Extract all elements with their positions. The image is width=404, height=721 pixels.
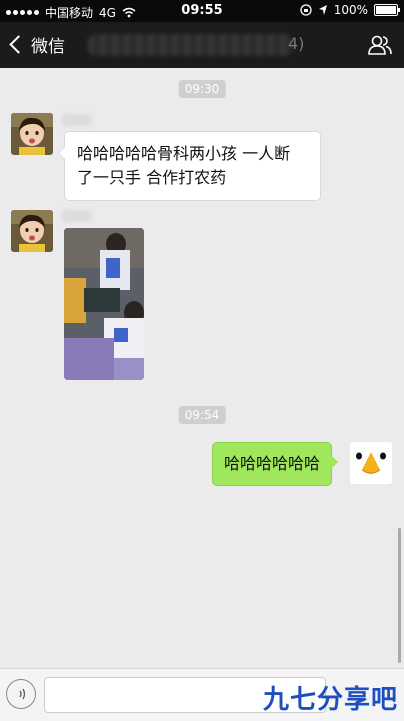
status-right: 100% bbox=[300, 3, 400, 17]
message-text-line: 哈哈哈哈哈骨科两小孩 一人断 bbox=[77, 144, 291, 163]
self-avatar[interactable] bbox=[350, 442, 392, 484]
avatar[interactable] bbox=[11, 210, 53, 252]
chat-title-blurred bbox=[88, 34, 293, 56]
nav-bar: 微信 4) bbox=[0, 22, 404, 68]
image-message[interactable] bbox=[64, 228, 144, 380]
message-text-line: 了一只手 合作打农药 bbox=[77, 168, 227, 187]
lock-rotation-icon bbox=[300, 4, 312, 16]
message-bubble-self[interactable]: 哈哈哈哈哈哈 bbox=[212, 442, 339, 486]
back-label: 微信 bbox=[31, 37, 65, 57]
sender-name-blurred bbox=[62, 114, 92, 126]
contacts-icon[interactable] bbox=[368, 34, 392, 56]
location-icon bbox=[318, 5, 327, 15]
back-chevron-icon bbox=[9, 35, 28, 54]
timestamp: 09:54 bbox=[178, 406, 226, 424]
back-button[interactable]: 微信 bbox=[6, 32, 65, 57]
battery-icon bbox=[374, 4, 400, 16]
status-bar: 中国移动 4G 09:55 100% bbox=[0, 0, 404, 22]
voice-button[interactable] bbox=[6, 679, 36, 709]
battery-percent: 100% bbox=[333, 3, 368, 17]
input-bar: 九七分享吧 bbox=[0, 668, 404, 721]
chat-member-count: 4) bbox=[288, 34, 305, 53]
message-bubble[interactable]: 哈哈哈哈哈骨科两小孩 一人断 了一只手 合作打农药 bbox=[58, 131, 321, 201]
message-text: 哈哈哈哈哈哈 bbox=[224, 454, 321, 473]
chat-area[interactable]: 09:30 哈哈哈哈哈骨科两小孩 一人断 了一只手 合作打农药 09:54 哈哈… bbox=[0, 68, 404, 668]
timestamp: 09:30 bbox=[178, 80, 226, 98]
watermark-logo: 九七分享吧 bbox=[262, 685, 398, 715]
sender-name-blurred bbox=[62, 210, 92, 222]
voice-icon bbox=[16, 688, 26, 700]
scrollbar[interactable] bbox=[398, 528, 401, 663]
avatar[interactable] bbox=[11, 113, 53, 155]
